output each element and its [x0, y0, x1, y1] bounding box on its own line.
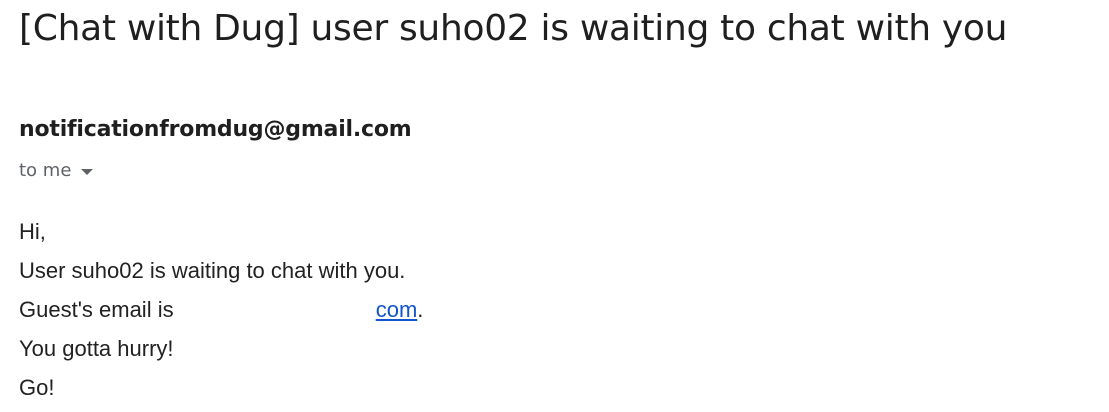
sender-address[interactable]: notificationfromdug@gmail.com — [19, 117, 412, 142]
body-line-go: Go! — [19, 375, 55, 400]
redacted-region — [180, 300, 376, 322]
email-subject: [Chat with Dug] user suho02 is waiting t… — [19, 8, 1008, 49]
email-view: [Chat with Dug] user suho02 is waiting t… — [0, 0, 1109, 412]
body-line-guest-email: Guest's email is com. — [19, 290, 423, 329]
body-line-waiting: User suho02 is waiting to chat with you. — [19, 258, 406, 283]
recipient-label: to me — [19, 160, 72, 181]
caret-down-icon[interactable] — [81, 168, 94, 175]
body-line-hurry: You gotta hurry! — [19, 336, 174, 361]
email-body: Hi, User suho02 is waiting to chat with … — [19, 212, 423, 407]
guest-email-suffix: . — [417, 297, 424, 322]
guest-email-link[interactable]: com — [376, 297, 418, 322]
recipient-details-toggle[interactable]: to me — [19, 160, 94, 181]
guest-email-prefix: Guest's email is — [19, 297, 174, 322]
body-greeting: Hi, — [19, 219, 46, 244]
